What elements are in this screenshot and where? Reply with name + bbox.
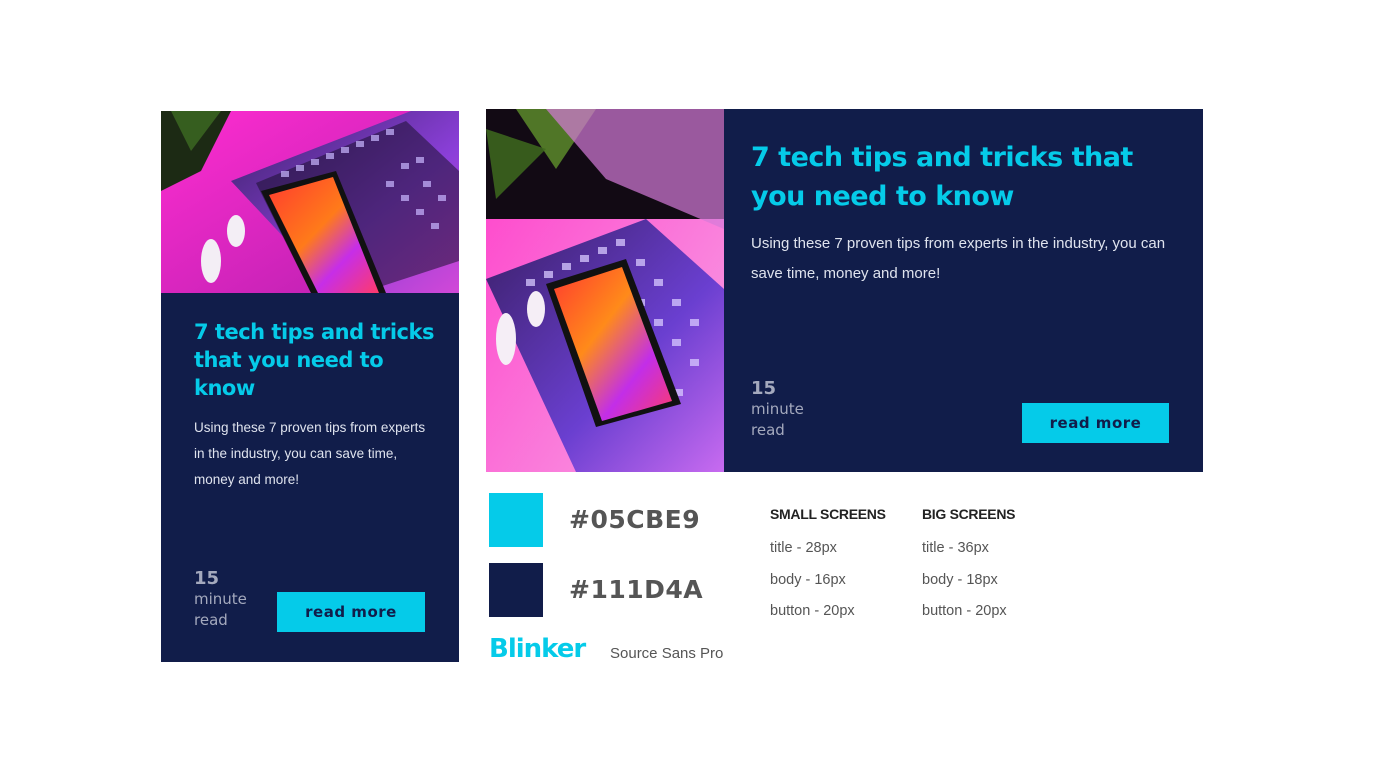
spec-row: button - 20px	[922, 603, 1007, 619]
read-more-button[interactable]: read more	[277, 592, 425, 632]
read-time: 15 minute read	[751, 379, 804, 441]
color-hex-label: #05CBE9	[569, 505, 701, 534]
color-swatch-cyan	[489, 493, 543, 547]
spec-row: body - 18px	[922, 571, 998, 588]
laptop-phone-image	[486, 109, 724, 472]
laptop-phone-image	[161, 111, 459, 293]
card-body-text: Using these 7 proven tips from experts i…	[194, 420, 426, 487]
read-more-button[interactable]: read more	[1022, 403, 1169, 443]
color-swatch-navy	[489, 563, 543, 617]
color-hex-label: #111D4A	[569, 575, 704, 604]
spec-row: title - 28px	[770, 540, 837, 556]
read-time-unit: minute	[751, 400, 804, 418]
big-screens-spec: BIG SCREENS title - 36px body - 18px but…	[922, 505, 1015, 628]
read-time-unit: minute	[194, 590, 247, 608]
read-time-suffix: read	[194, 611, 228, 629]
read-time-number: 15	[751, 378, 777, 399]
body-font-sample: Source Sans Pro	[610, 645, 724, 662]
read-time-number: 15	[194, 568, 220, 589]
small-blog-card: 7 tech tips and tricks that you need to …	[161, 111, 459, 662]
spec-row: button - 20px	[770, 603, 855, 619]
read-time-suffix: read	[751, 421, 785, 439]
spec-row: title - 36px	[922, 540, 989, 556]
read-time: 15 minute read	[194, 569, 247, 631]
card-body-text: Using these 7 proven tips from experts i…	[751, 235, 1166, 282]
spec-row: body - 16px	[770, 571, 846, 588]
spec-heading: SMALL SCREENS	[770, 506, 886, 522]
display-font-sample: Blinker	[489, 634, 586, 664]
large-blog-card: 7 tech tips and tricks that you need to …	[486, 109, 1203, 472]
card-title: 7 tech tips and tricks that you need to …	[751, 142, 1133, 212]
spec-heading: BIG SCREENS	[922, 506, 1016, 522]
small-screens-spec: SMALL SCREENS title - 28px body - 16px b…	[770, 505, 886, 628]
card-title: 7 tech tips and tricks that you need to …	[194, 320, 434, 400]
